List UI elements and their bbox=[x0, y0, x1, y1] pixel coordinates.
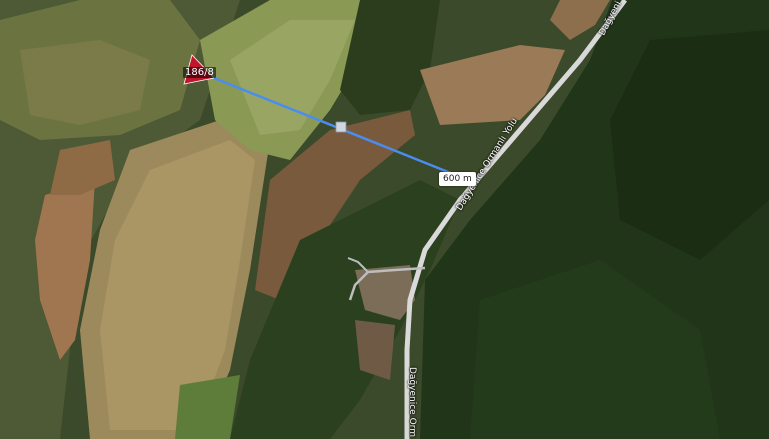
parcel-label[interactable]: 186/8 bbox=[183, 67, 216, 78]
measure-line-midpoint-handle[interactable] bbox=[335, 121, 347, 133]
satellite-imagery bbox=[0, 0, 769, 439]
distance-label: 600 m bbox=[439, 172, 476, 186]
satellite-map-view[interactable]: Dağyenice Ormanlı Yolu Dağyeni Dağyenice… bbox=[0, 0, 769, 439]
road-label-south: Dağyenice Orm bbox=[407, 367, 417, 437]
